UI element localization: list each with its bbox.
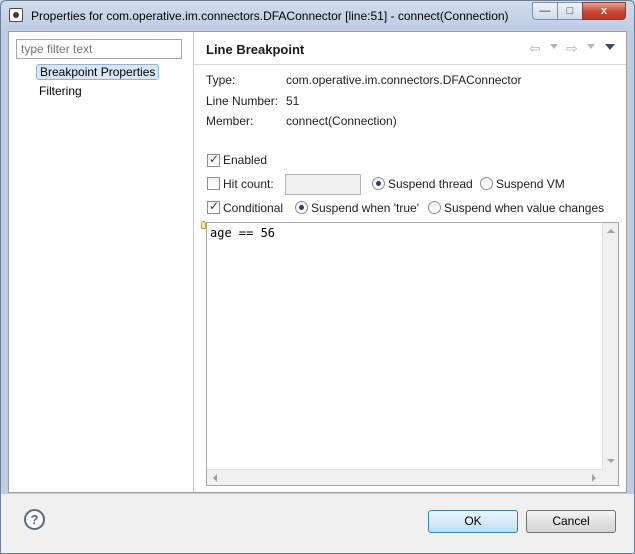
enabled-label[interactable]: Enabled xyxy=(223,153,267,167)
title-bar: Properties for com.operative.im.connecto… xyxy=(1,1,634,31)
scroll-left-icon[interactable] xyxy=(213,474,217,482)
window-title: Properties for com.operative.im.connecto… xyxy=(31,9,509,23)
dialog-client-area: Breakpoint Properties Filtering Line Bre… xyxy=(8,31,627,493)
suspend-when-changes-radio[interactable] xyxy=(428,201,441,214)
scroll-right-icon[interactable] xyxy=(592,474,596,482)
help-icon[interactable]: ? xyxy=(24,509,45,530)
maximize-button[interactable]: □ xyxy=(557,2,583,20)
suspend-when-changes-label[interactable]: Suspend when value changes xyxy=(444,201,604,215)
cancel-button[interactable]: Cancel xyxy=(526,510,616,533)
filter-input[interactable] xyxy=(16,39,182,59)
horizontal-scrollbar[interactable] xyxy=(207,469,602,485)
page-header: Line Breakpoint ⇦ ⇨ xyxy=(194,32,626,65)
line-number-value: 51 xyxy=(286,94,300,108)
hit-count-checkbox[interactable] xyxy=(207,177,220,190)
suspend-vm-radio[interactable] xyxy=(480,177,493,190)
suspend-thread-label[interactable]: Suspend thread xyxy=(388,177,473,191)
forward-arrow-icon[interactable]: ⇨ xyxy=(566,41,578,55)
button-bar: ? OK Cancel xyxy=(1,494,634,553)
property-page: Line Breakpoint ⇦ ⇨ Type: com.operative.… xyxy=(194,32,626,492)
suspend-when-true-radio[interactable] xyxy=(295,201,308,214)
member-value: connect(Connection) xyxy=(286,114,397,128)
line-number-label: Line Number: xyxy=(206,94,279,108)
minimize-button[interactable]: — xyxy=(532,2,558,20)
conditional-checkbox[interactable] xyxy=(207,199,220,214)
type-label: Type: xyxy=(206,73,236,87)
suspend-when-true-label[interactable]: Suspend when 'true' xyxy=(311,201,419,215)
scroll-corner xyxy=(602,469,618,485)
forward-dropdown-icon[interactable] xyxy=(587,44,595,49)
view-menu-icon[interactable] xyxy=(605,44,615,50)
scroll-down-icon[interactable] xyxy=(607,459,615,463)
vertical-scrollbar[interactable] xyxy=(602,223,618,469)
properties-dialog: Properties for com.operative.im.connecto… xyxy=(0,0,635,554)
member-label: Member: xyxy=(206,114,254,128)
condition-text[interactable]: age == 56 xyxy=(210,226,275,240)
hit-count-label[interactable]: Hit count: xyxy=(223,177,274,191)
enabled-checkbox[interactable] xyxy=(207,152,220,167)
type-value: com.operative.im.connectors.DFAConnector xyxy=(286,73,522,87)
page-title: Line Breakpoint xyxy=(206,42,305,57)
close-button[interactable]: x xyxy=(582,2,626,20)
suspend-vm-label[interactable]: Suspend VM xyxy=(496,177,565,191)
ok-button[interactable]: OK xyxy=(428,510,518,533)
tree-item-filtering[interactable]: Filtering xyxy=(36,83,85,99)
condition-editor[interactable]: age == 56 xyxy=(206,222,619,486)
back-dropdown-icon[interactable] xyxy=(550,44,558,49)
eclipse-app-icon xyxy=(9,8,23,22)
property-page-tree: Breakpoint Properties Filtering xyxy=(9,32,194,492)
tree-item-breakpoint-properties[interactable]: Breakpoint Properties xyxy=(36,64,160,80)
hit-count-input[interactable] xyxy=(285,174,361,195)
conditional-label[interactable]: Conditional xyxy=(223,201,283,215)
scroll-up-icon[interactable] xyxy=(607,229,615,233)
back-arrow-icon[interactable]: ⇦ xyxy=(529,41,541,55)
suspend-thread-radio[interactable] xyxy=(372,177,385,190)
